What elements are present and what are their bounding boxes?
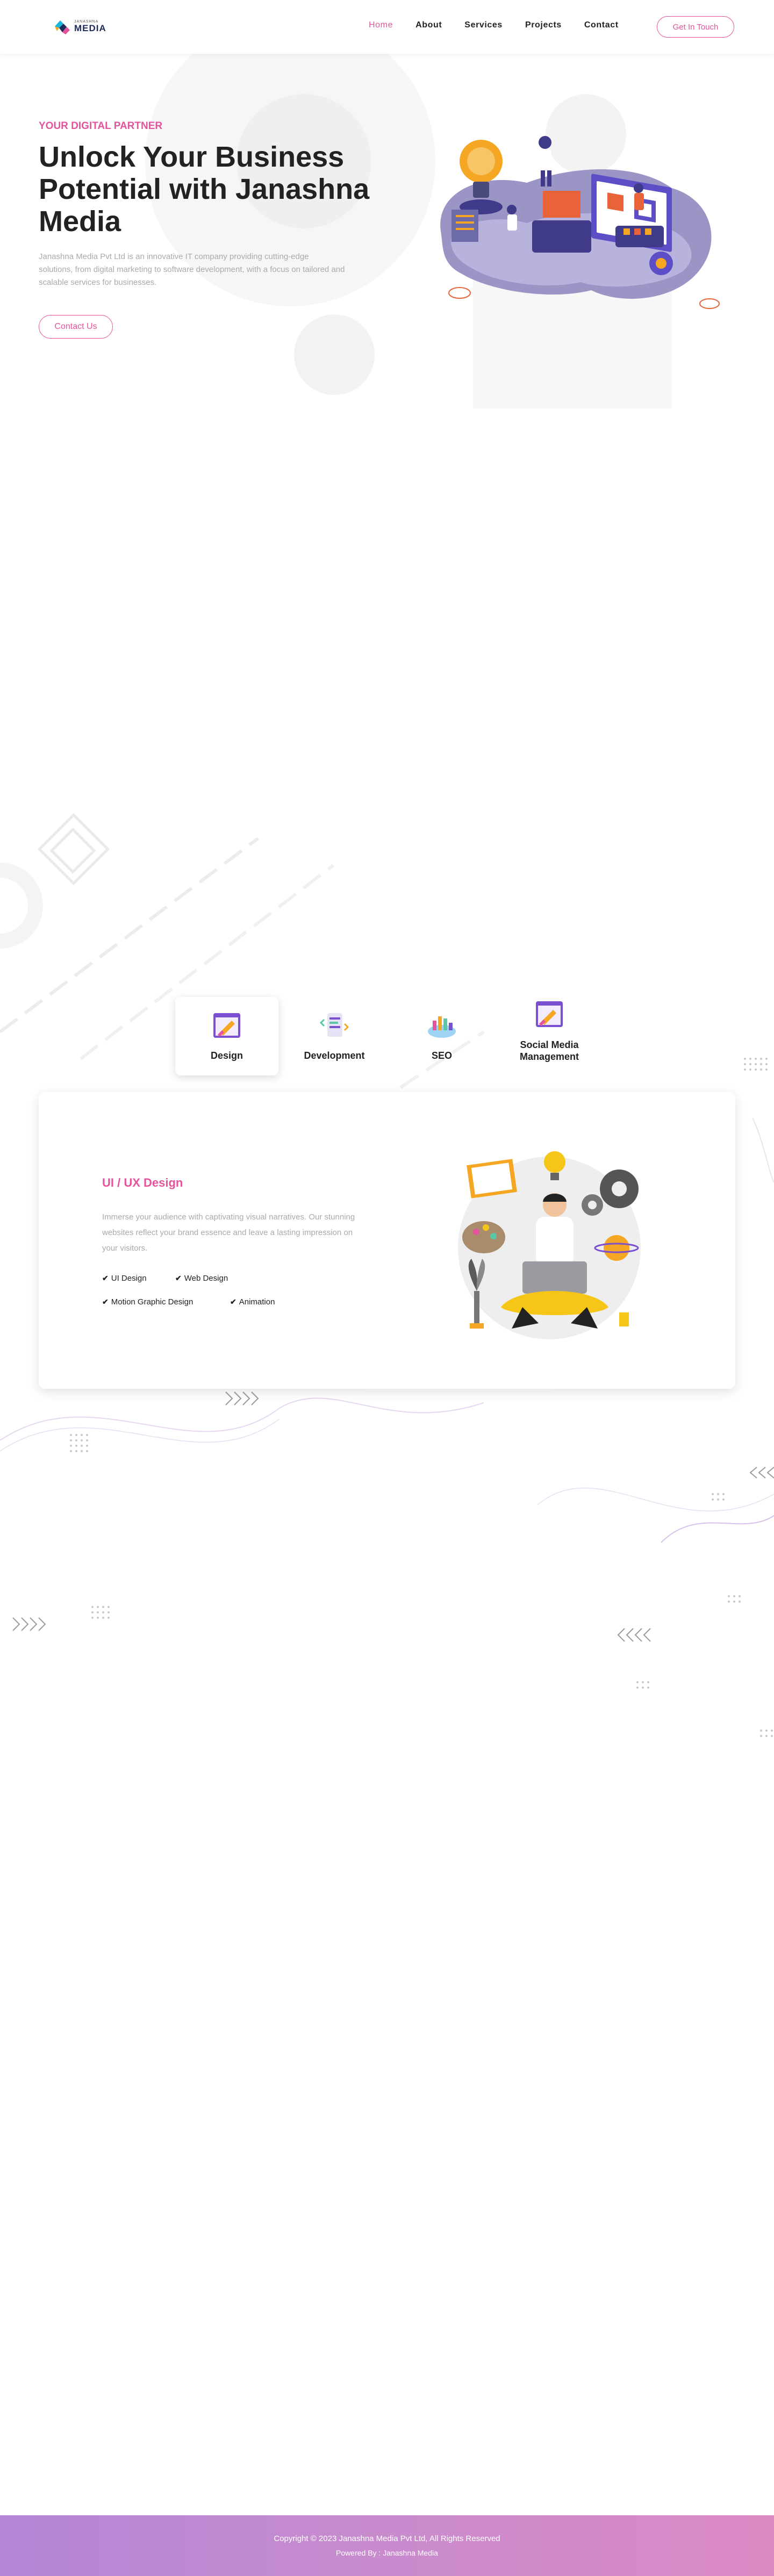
nav-about[interactable]: About <box>415 20 442 30</box>
get-in-touch-button[interactable]: Get In Touch <box>657 16 734 38</box>
development-icon <box>319 1013 349 1037</box>
feature-label: UI Design <box>111 1274 147 1283</box>
nav-services[interactable]: Services <box>464 20 503 30</box>
check-icon: ✔ <box>102 1297 109 1306</box>
tab-design[interactable]: Design <box>175 997 278 1075</box>
feature-item: ✔ Animation <box>230 1297 275 1307</box>
tab-seo-label: SEO <box>431 1050 452 1061</box>
powered-by-text: Powered By : Janashna Media <box>336 2549 438 2557</box>
check-icon: ✔ <box>102 1274 109 1282</box>
nav-projects[interactable]: Projects <box>525 20 562 30</box>
hero-kicker: YOUR DIGITAL PARTNER <box>39 120 163 132</box>
feature-item: ✔ Web Design <box>175 1274 228 1283</box>
service-title: UI / UX Design <box>102 1176 183 1189</box>
seo-icon <box>428 1016 456 1038</box>
nav-home[interactable]: Home <box>369 20 393 30</box>
tab-development[interactable]: Development <box>283 997 386 1075</box>
logo-icon <box>55 20 70 34</box>
hero-illustration <box>440 136 720 309</box>
check-icon: ✔ <box>175 1274 182 1282</box>
logo[interactable]: JANASHNA MEDIA <box>53 18 106 34</box>
feature-item: ✔ UI Design <box>102 1274 147 1283</box>
service-description: Immerse your audience with captivating v… <box>102 1212 355 1253</box>
service-panel: UI / UX Design Immerse your audience wit… <box>39 1092 735 1389</box>
tab-social-media-label: Social Media Management <box>519 1039 579 1062</box>
tab-development-label: Development <box>304 1050 365 1061</box>
service-tabs: Design Development SEO Social Media Mana… <box>175 997 605 1075</box>
contact-us-button[interactable]: Contact Us <box>39 315 113 339</box>
social-media-icon <box>536 1001 563 1027</box>
carousel-scroll-indicator[interactable] <box>364 1390 553 1393</box>
feature-label: Animation <box>239 1297 275 1307</box>
site-footer <box>0 2515 774 2576</box>
site-header: JANASHNA MEDIA Home About Services Proje… <box>0 0 774 54</box>
page: JANASHNA MEDIA Home About Services Proje… <box>0 0 774 2576</box>
main-nav: Home About Services Projects Contact <box>369 20 641 30</box>
feature-label: Motion Graphic Design <box>111 1297 194 1307</box>
design-illustration <box>458 1151 641 1339</box>
tab-seo[interactable]: SEO <box>390 997 493 1075</box>
tab-design-label: Design <box>210 1050 243 1061</box>
copyright-text: Copyright © 2023 Janashna Media Pvt Ltd,… <box>274 2534 500 2543</box>
design-icon <box>213 1013 240 1038</box>
logo-big-text: MEDIA <box>74 23 106 33</box>
hero-title: Unlock Your Business Potential with Jana… <box>39 141 370 238</box>
feature-label: Web Design <box>184 1274 228 1283</box>
tab-social-media[interactable]: Social Media Management <box>498 997 601 1075</box>
check-icon: ✔ <box>230 1297 236 1306</box>
feature-item: ✔ Motion Graphic Design <box>102 1297 193 1307</box>
hero-description: Janashna Media Pvt Ltd is an innovative … <box>39 252 345 287</box>
nav-contact[interactable]: Contact <box>584 20 619 30</box>
